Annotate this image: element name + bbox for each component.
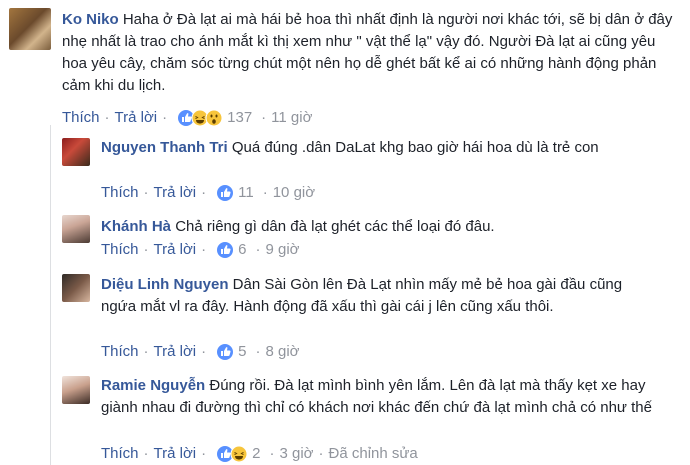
- avatar[interactable]: [62, 274, 90, 302]
- comment-actions: Thích · Trả lời · 2 · 3 giờ · Đã chỉnh s…: [101, 444, 418, 464]
- comment-timestamp[interactable]: 11 giờ: [271, 108, 312, 128]
- comment-body: Ramie Nguyễn Đúng rồi. Đà lạt mình bình …: [101, 375, 661, 419]
- comment-author[interactable]: Nguyen Thanh Tri: [101, 139, 228, 156]
- reply-link[interactable]: Trả lời: [154, 444, 197, 464]
- comment-author[interactable]: Diệu Linh Nguyen: [101, 276, 229, 293]
- reply-link[interactable]: Trả lời: [154, 183, 197, 203]
- edited-label[interactable]: Đã chỉnh sửa: [329, 444, 418, 464]
- comment-timestamp[interactable]: 8 giờ: [265, 342, 299, 362]
- reply-link[interactable]: Trả lời: [115, 108, 158, 128]
- reaction-count[interactable]: 6: [238, 240, 246, 260]
- comment-actions: Thích · Trả lời · 5 · 8 giờ: [101, 342, 300, 362]
- comment-author[interactable]: Khánh Hà: [101, 218, 171, 235]
- comment-text: Haha ở Đà lạt ai mà hái bẻ hoa thì nhất …: [62, 11, 673, 94]
- reaction-count[interactable]: 137: [227, 108, 252, 128]
- comment-body: Ko Niko Haha ở Đà lạt ai mà hái bẻ hoa t…: [62, 9, 682, 97]
- like-link[interactable]: Thích: [101, 240, 139, 260]
- reply-link[interactable]: Trả lời: [154, 342, 197, 362]
- haha-icon: [230, 445, 248, 463]
- reaction-count[interactable]: 2: [252, 444, 260, 464]
- reactions[interactable]: 2: [216, 444, 260, 464]
- comment-body: Khánh Hà Chả riêng gì dân đà lạt ghét cá…: [101, 216, 661, 238]
- reactions[interactable]: 5: [216, 342, 246, 362]
- comment-text: Quá đúng .dân DaLat khg bao giờ hái hoa …: [231, 139, 599, 156]
- comment-author[interactable]: Ramie Nguyễn: [101, 377, 205, 394]
- comment-timestamp[interactable]: 9 giờ: [265, 240, 299, 260]
- comment-author[interactable]: Ko Niko: [62, 11, 119, 28]
- like-link[interactable]: Thích: [62, 108, 100, 128]
- wow-icon: [205, 109, 223, 127]
- comment-actions: Thích · Trả lời · 11 · 10 giờ: [101, 183, 316, 203]
- comment-timestamp[interactable]: 10 giờ: [273, 183, 315, 203]
- comment-actions: Thích · Trả lời · 137 · 11 giờ: [62, 108, 313, 128]
- avatar[interactable]: [62, 376, 90, 404]
- reactions[interactable]: 6: [216, 240, 246, 260]
- reactions[interactable]: 137: [177, 108, 252, 128]
- reaction-count[interactable]: 5: [238, 342, 246, 362]
- like-icon: [217, 242, 234, 258]
- comment-body: Nguyen Thanh Tri Quá đúng .dân DaLat khg…: [101, 137, 621, 159]
- avatar[interactable]: [9, 8, 51, 50]
- reaction-count[interactable]: 11: [238, 183, 254, 203]
- comment-timestamp[interactable]: 3 giờ: [279, 444, 313, 464]
- avatar[interactable]: [62, 138, 90, 166]
- like-link[interactable]: Thích: [101, 183, 139, 203]
- reactions[interactable]: 11: [216, 183, 254, 203]
- comment-body: Diệu Linh Nguyen Dân Sài Gòn lên Đà Lạt …: [101, 274, 661, 318]
- like-icon: [217, 344, 234, 360]
- reply-link[interactable]: Trả lời: [154, 240, 197, 260]
- like-icon: [217, 185, 234, 201]
- like-link[interactable]: Thích: [101, 444, 139, 464]
- reply-thread-line: [50, 125, 51, 465]
- comment-actions: Thích · Trả lời · 6 · 9 giờ: [101, 240, 300, 260]
- like-link[interactable]: Thích: [101, 342, 139, 362]
- comment-text: Chả riêng gì dân đà lạt ghét các thể loạ…: [175, 218, 495, 235]
- avatar[interactable]: [62, 215, 90, 243]
